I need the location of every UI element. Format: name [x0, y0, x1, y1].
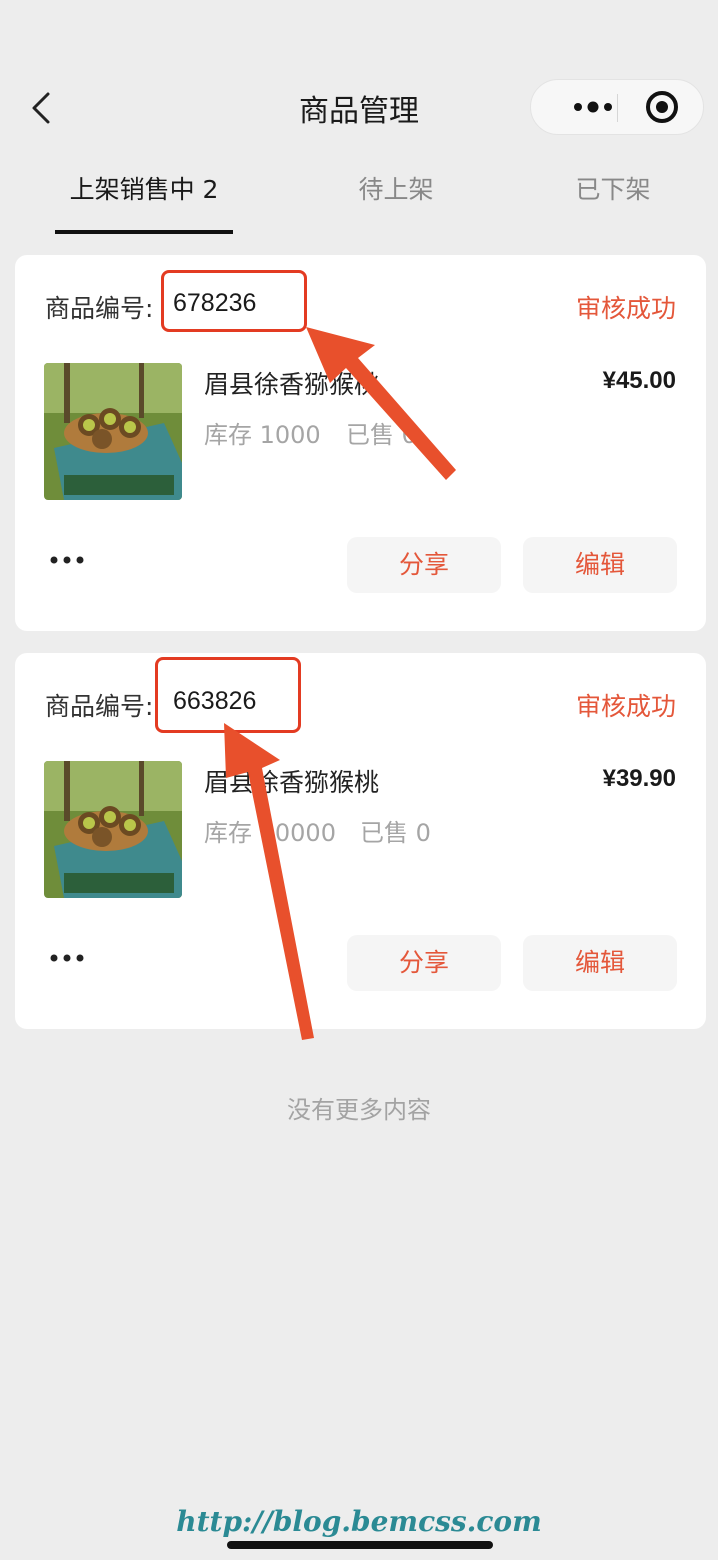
product-card: 商品编号: 678236 审核成功 眉县徐香猕猴桃 ¥45.00 库存 1000… [15, 255, 706, 631]
navigation-bar: 商品管理 上架销售中 2 待上架 已下架 [0, 0, 718, 234]
home-indicator [227, 1541, 493, 1549]
edit-button[interactable]: 编辑 [523, 935, 677, 991]
status-badge: 审核成功 [575, 692, 676, 721]
tab-on-sale[interactable]: 上架销售中 2 [55, 170, 233, 206]
product-code: 663826 [173, 687, 257, 715]
mini-program-capsule [530, 79, 704, 135]
product-sold: 已售 0 [360, 819, 431, 847]
no-more-content: 没有更多内容 [287, 1096, 431, 1124]
product-card: 商品编号: 663826 审核成功 眉县徐香猕猴桃 ¥39.90 库存 1000… [15, 653, 706, 1029]
tab-off-shelf[interactable]: 已下架 [547, 170, 679, 206]
ellipsis-icon[interactable] [49, 949, 89, 962]
product-code-label: 商品编号: [45, 692, 154, 721]
product-name[interactable]: 眉县徐香猕猴桃 [204, 365, 379, 401]
product-stock: 库存 1000 [204, 421, 321, 449]
capsule-divider [617, 94, 618, 122]
product-name[interactable]: 眉县徐香猕猴桃 [204, 763, 379, 799]
target-close-icon[interactable] [631, 80, 697, 134]
product-sold: 已售 0 [346, 421, 417, 449]
product-price: ¥39.90 [602, 765, 676, 792]
product-code: 678236 [173, 289, 257, 317]
share-button[interactable]: 分享 [347, 935, 501, 991]
product-image[interactable] [44, 761, 182, 898]
share-button[interactable]: 分享 [347, 537, 501, 593]
ellipsis-icon[interactable] [49, 551, 89, 564]
product-code-label: 商品编号: [45, 294, 154, 323]
active-tab-underline [55, 230, 233, 234]
status-badge: 审核成功 [575, 294, 676, 323]
product-stock: 库存 10000 [204, 819, 336, 847]
tab-pending[interactable]: 待上架 [330, 170, 462, 206]
watermark: http://blog.bemcss.com [176, 1505, 542, 1538]
more-dots-icon[interactable] [551, 80, 617, 134]
product-price: ¥45.00 [602, 367, 676, 394]
edit-button[interactable]: 编辑 [523, 537, 677, 593]
product-image[interactable] [44, 363, 182, 500]
